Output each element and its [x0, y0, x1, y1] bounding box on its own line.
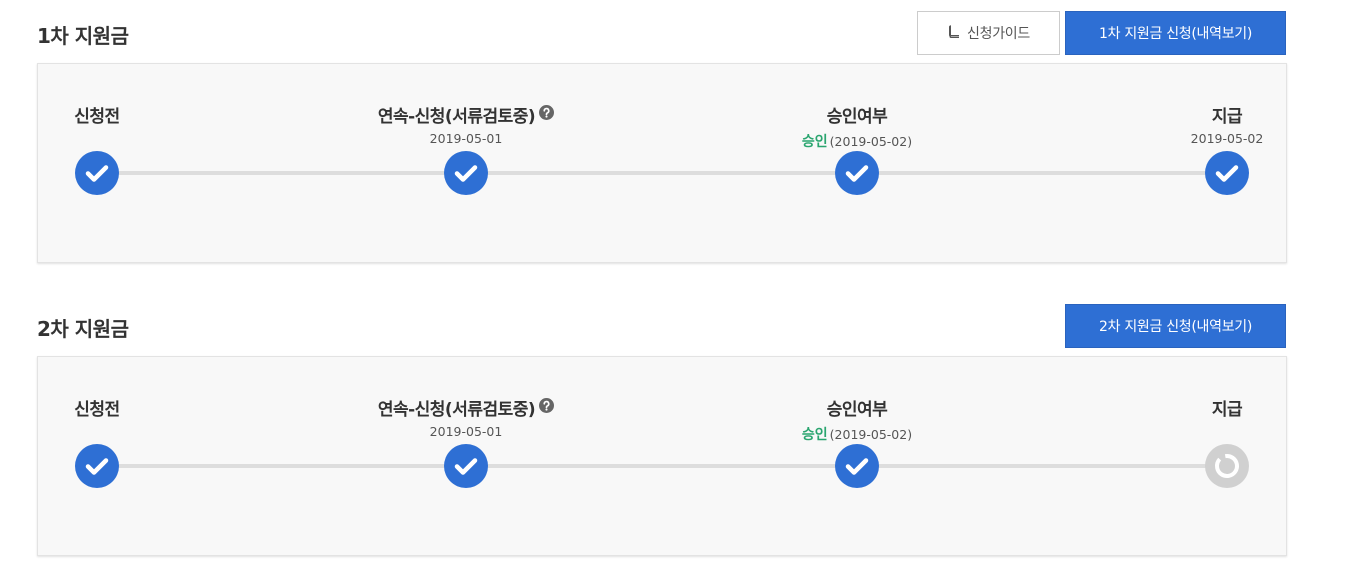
- section-title: 2차 지원금: [37, 317, 129, 341]
- step-payment: 지급: [1107, 357, 1347, 547]
- step-date: 2019-05-02: [1190, 131, 1264, 146]
- question-circle-icon[interactable]: [539, 398, 555, 418]
- step-payment: 지급 2019-05-02: [1107, 64, 1347, 254]
- question-circle-icon[interactable]: [539, 105, 555, 125]
- step-label: 지급: [1211, 107, 1243, 127]
- step-date: 2019-05-01: [429, 424, 503, 439]
- progress-panel: 신청전 연속-신청(서류검토중) 2019-05-01 승인여부 승인 (2019…: [37, 356, 1287, 556]
- step-before-apply: 신청전: [0, 357, 217, 547]
- book-icon: [947, 24, 961, 42]
- step-date: 2019-05-01: [429, 131, 503, 146]
- step-label: 승인여부: [826, 107, 888, 127]
- check-circle-icon: [835, 151, 879, 195]
- approved-badge: 승인: [801, 427, 828, 443]
- step-label-text: 연속-신청(서류검토중): [377, 400, 536, 420]
- check-circle-icon: [1205, 151, 1249, 195]
- progress-track: [98, 171, 1228, 175]
- check-circle-icon: [444, 444, 488, 488]
- check-circle-icon: [75, 151, 119, 195]
- step-label: 연속-신청(서류검토중): [346, 395, 586, 420]
- step-continuous-apply: 연속-신청(서류검토중) 2019-05-01: [346, 64, 586, 254]
- progress-track: [98, 464, 1228, 468]
- step-approval-status: 승인 (2019-05-02): [737, 424, 977, 444]
- step-continuous-apply: 연속-신청(서류검토중) 2019-05-01: [346, 357, 586, 547]
- section-title: 1차 지원금: [37, 24, 129, 48]
- step-approval: 승인여부 승인 (2019-05-02): [737, 64, 977, 254]
- check-circle-icon: [444, 151, 488, 195]
- guide-button-label: 신청가이드: [967, 26, 1030, 42]
- step-label: 지급: [1211, 400, 1243, 420]
- step-label: 연속-신청(서류검토중): [346, 102, 586, 127]
- apply-history-button[interactable]: 1차 지원금 신청(내역보기): [1065, 11, 1286, 55]
- application-guide-button[interactable]: 신청가이드: [917, 11, 1060, 55]
- step-approval: 승인여부 승인 (2019-05-02): [737, 357, 977, 547]
- approved-badge: 승인: [801, 134, 828, 150]
- step-before-apply: 신청전: [0, 64, 217, 254]
- step-label: 승인여부: [826, 400, 888, 420]
- step-label-text: 연속-신청(서류검토중): [377, 107, 536, 127]
- check-circle-icon: [75, 444, 119, 488]
- check-circle-icon: [835, 444, 879, 488]
- spinner-ring-icon: [1205, 444, 1249, 488]
- step-label: 신청전: [74, 107, 120, 127]
- step-label: 신청전: [74, 400, 120, 420]
- step-date: (2019-05-02): [829, 427, 913, 442]
- step-approval-status: 승인 (2019-05-02): [737, 131, 977, 151]
- step-date: (2019-05-02): [829, 134, 913, 149]
- progress-panel: 신청전 연속-신청(서류검토중) 2019-05-01 승인여부 승인 (2019…: [37, 63, 1287, 263]
- apply-history-button[interactable]: 2차 지원금 신청(내역보기): [1065, 304, 1286, 348]
